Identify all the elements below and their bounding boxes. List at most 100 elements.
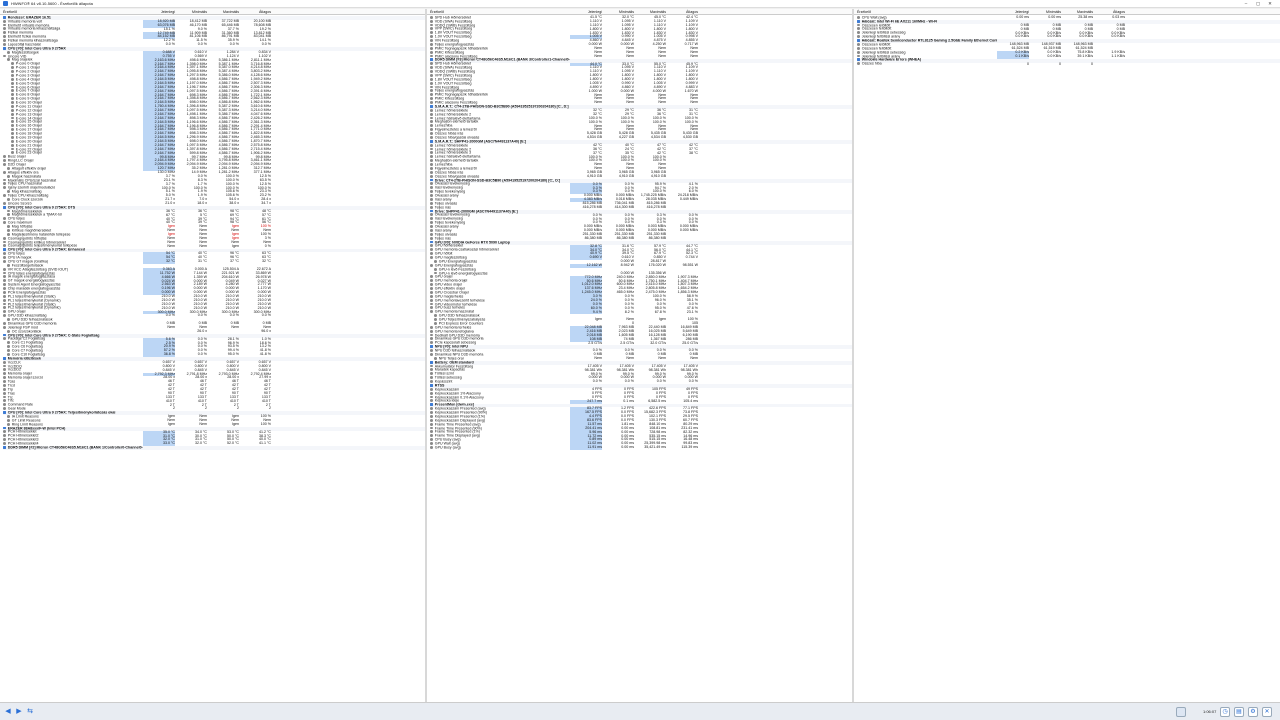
sensor-label: NPU Teljes órai xyxy=(438,356,464,361)
sensor-label: Maradék kapacitás xyxy=(434,368,465,372)
sensor-label: Csomag/gyűrűs hőfojtás xyxy=(7,236,47,241)
max-value: 416,278 MB xyxy=(646,204,666,209)
column-avg[interactable]: Átlagos xyxy=(239,10,271,14)
sensor-row[interactable]: Összes hiba 0 0 0 xyxy=(857,61,1280,67)
hardware-icon xyxy=(857,39,860,42)
elapsed-time: 1:06:07 xyxy=(1203,709,1217,714)
sensor-label: Csomag/gyűrűs kritikus hőmérséklet xyxy=(7,240,66,244)
close-button[interactable]: ✕ xyxy=(1264,0,1276,8)
max-value: 0.0 % xyxy=(229,42,239,47)
column-avg[interactable]: Átlagos xyxy=(1093,10,1125,14)
sensor-icon xyxy=(430,174,433,178)
sensor-icon xyxy=(430,39,433,42)
sensor-label: P-core 12 Órajel xyxy=(15,108,42,113)
column-max[interactable]: Maximális xyxy=(207,10,239,14)
column-sensor[interactable]: Érzékelő xyxy=(857,10,997,14)
column-sensor[interactable]: Érzékelő xyxy=(3,10,143,14)
sensor-row[interactable]: GPU Busy (avg) 11.91 ms 0.00 ms 35,421.49 m… xyxy=(430,445,852,450)
avg-value: 32 °C xyxy=(261,259,271,264)
avg-value: 0.000 MB/s xyxy=(679,228,698,233)
reset-icon[interactable]: ✕ xyxy=(1262,707,1272,717)
sensor-label: PL1 teljesítménykorlát (Static) xyxy=(7,294,56,299)
hardware-icon xyxy=(430,104,433,108)
avg-value: 34.7 x xyxy=(261,201,271,205)
column-current[interactable]: Jelenlegi xyxy=(570,10,602,14)
sensor-icon xyxy=(7,166,10,170)
settings-icon[interactable]: ⚙ xyxy=(1248,707,1258,717)
sensor-label: GT Limit Reasons xyxy=(11,418,41,423)
clock-icon[interactable]: ◷ xyxy=(1220,707,1230,717)
sensor-icon xyxy=(3,27,6,31)
max-value: 2 xyxy=(237,406,239,411)
back-arrow-icon[interactable]: ◀ xyxy=(4,708,12,716)
sensor-icon xyxy=(11,66,14,69)
column-max[interactable]: Maximális xyxy=(1061,10,1093,14)
sensor-label: Olvasási tevékenység xyxy=(434,182,470,186)
min-value: 0.0 % xyxy=(197,42,207,47)
sensor-icon xyxy=(3,364,6,368)
sensor-label: Lemez hőmérséklete xyxy=(434,108,469,113)
column-avg[interactable]: Átlagos xyxy=(666,10,698,14)
sensor-icon xyxy=(430,387,433,391)
sensor-label: Battery: OEM standard xyxy=(434,360,474,365)
column-current[interactable]: Jelenlegi xyxy=(997,10,1029,14)
avg-value: 96.0 x xyxy=(261,328,271,333)
sensor-label: NPU [#0]: Intel NPU xyxy=(434,345,468,349)
hardware-icon xyxy=(3,333,6,337)
double-arrow-icon[interactable]: ⇆ xyxy=(26,708,34,716)
column-min[interactable]: Minimális xyxy=(1029,10,1061,14)
sensor-pane-2[interactable]: Érzékelő Jelenlegi Minimális Maximális Á… xyxy=(427,9,854,702)
column-max[interactable]: Maximális xyxy=(634,10,666,14)
sensor-icon xyxy=(11,97,14,100)
sensor-icon xyxy=(3,298,6,302)
report-icon[interactable]: ▤ xyxy=(1234,707,1244,717)
sensor-label: Lemez hátralévő élettartama xyxy=(434,155,481,159)
sensor-label: Core C6 Foglaltság xyxy=(11,345,43,349)
sensor-label: E-core 8 Órajel xyxy=(15,93,40,97)
sensor-icon xyxy=(7,329,10,333)
forward-arrow-icon[interactable]: ▶ xyxy=(15,708,23,716)
column-current[interactable]: Jelenlegi xyxy=(143,10,175,14)
sensor-label: Jelenlegi letöltési sebesség xyxy=(861,31,906,35)
sensor-pane-1[interactable]: Érzékelő Jelenlegi Minimális Maximális Á… xyxy=(0,9,427,702)
sensor-label: PMIC Tegnagapszik hőhatárérték xyxy=(434,93,488,97)
sensor-label: Jelenlegi FSP mód xyxy=(7,325,38,330)
sensor-icon xyxy=(3,221,6,224)
sensor-icon xyxy=(857,50,860,54)
sensor-label: Meghajtón elérhető tartalék xyxy=(434,120,479,124)
sensor-icon xyxy=(7,190,10,193)
sensor-label: PMIC Kifeszültség xyxy=(434,50,465,55)
sensor-label: VIN Feszültség xyxy=(434,39,460,43)
sensor-label: GPU órajel xyxy=(434,275,453,279)
column-min[interactable]: Minimális xyxy=(175,10,207,14)
min-value: 0.0 KB/s xyxy=(1047,34,1061,39)
sensor-icon xyxy=(7,263,10,267)
sensor-label: PCH Hőmérséklet2 xyxy=(7,434,39,438)
sensor-label: Elérhető virtuális memória xyxy=(7,23,50,27)
column-sensor[interactable]: Érzékelő xyxy=(430,10,570,14)
sensor-icon xyxy=(3,178,6,182)
window-controls: – ▢ ✕ xyxy=(1240,0,1276,8)
current-value: 0 xyxy=(1027,61,1029,66)
sensor-label: Összes hiba/gazdai olvasás xyxy=(434,174,480,179)
sensor-group-header[interactable]: DDR5 DIMM [#2] Micron CT48G56C46S5.M16C1… xyxy=(3,445,425,450)
max-value: 0.0 % xyxy=(656,379,666,384)
sensor-label: GPU Energiafogyasztás xyxy=(438,259,478,264)
sensor-pane-3[interactable]: Érzékelő Jelenlegi Minimális Maximális Á… xyxy=(854,9,1280,702)
sensor-icon xyxy=(434,321,437,325)
sensor-icon xyxy=(3,325,6,329)
sensor-label: VIN Feszültség xyxy=(434,85,460,89)
avg-value: Nem xyxy=(690,53,698,58)
current-value: 86,380 MB xyxy=(584,235,602,240)
toolbar-icons: ◷ ▤ ⚙ ✕ xyxy=(1220,707,1272,717)
sensor-label: Trcd xyxy=(7,383,15,388)
sensor-icon xyxy=(430,31,433,35)
minimize-button[interactable]: – xyxy=(1240,0,1252,8)
column-min[interactable]: Minimális xyxy=(602,10,634,14)
sensor-icon xyxy=(430,256,433,259)
sensor-label: Képkockaszám 1% Alacsony xyxy=(434,391,481,396)
maximize-button[interactable]: ▢ xyxy=(1252,0,1264,8)
network-icon[interactable] xyxy=(1176,707,1186,717)
sensor-label: Jelenlegi feltöltési arány xyxy=(861,35,901,39)
avg-value: 0.744 V xyxy=(685,255,698,260)
